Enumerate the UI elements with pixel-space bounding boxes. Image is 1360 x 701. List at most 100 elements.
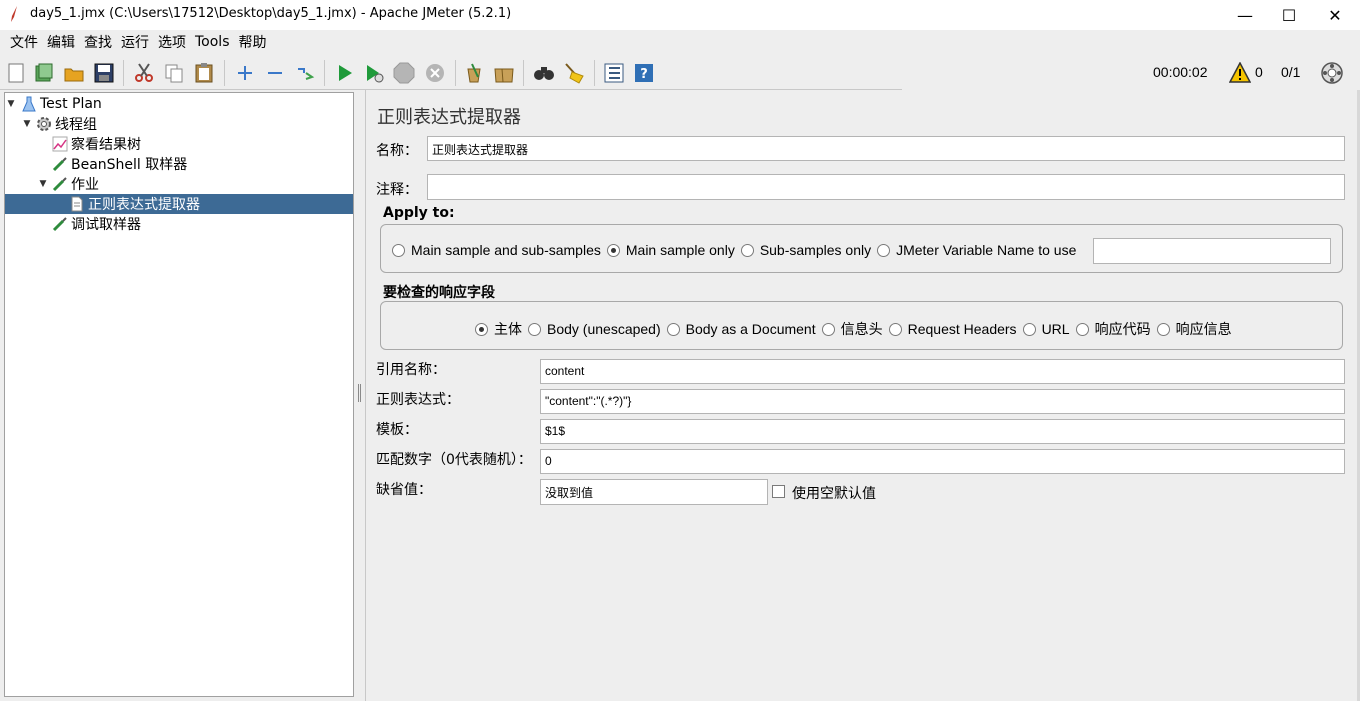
title-bar: day5_1.jmx (C:\Users\17512\Desktop\day5_… — [0, 0, 1360, 30]
radio-headers[interactable] — [821, 322, 835, 336]
close-button[interactable]: ✕ — [1312, 0, 1358, 30]
elapsed-time: 00:00:02 — [1153, 64, 1208, 80]
start-icon[interactable] — [334, 62, 356, 84]
open-icon[interactable] — [63, 62, 85, 84]
radio-body-as-document[interactable] — [666, 322, 680, 336]
name-label: 名称： — [376, 143, 418, 159]
radio-body-unescaped[interactable] — [528, 322, 541, 336]
toolbar-separator — [324, 60, 325, 86]
tree-node-view-results[interactable]: 察看结果树 — [52, 134, 141, 154]
radio-label: Body as a Document — [685, 321, 816, 337]
field-to-check-options: 主体 Body (unescaped) Body as a Document 信… — [475, 319, 1238, 339]
jmeter-feather-icon — [11, 6, 17, 22]
use-empty-default-label: 使用空默认值 — [792, 486, 876, 502]
cut-icon[interactable] — [133, 62, 155, 84]
radio-label: Main sample and sub-samples — [411, 242, 601, 258]
menu-search[interactable]: 查找 — [80, 32, 116, 52]
tree-node-regex-extractor[interactable]: 正则表达式提取器 — [5, 194, 353, 214]
template-field[interactable]: $1$ — [540, 419, 1345, 444]
radio-request-headers[interactable] — [888, 322, 902, 336]
function-helper-icon[interactable] — [603, 62, 625, 84]
tree-node-label: Test Plan — [40, 96, 102, 112]
toolbar-separator — [523, 60, 524, 86]
ref-name-field[interactable]: content — [540, 359, 1345, 384]
warning-icon[interactable] — [1229, 62, 1251, 84]
new-icon[interactable] — [5, 62, 27, 84]
templates-icon[interactable] — [33, 62, 55, 84]
reset-search-icon[interactable] — [563, 62, 585, 84]
shutdown-icon[interactable] — [424, 62, 446, 84]
tree-node-beanshell-sampler[interactable]: BeanShell 取样器 — [52, 154, 187, 174]
warning-count: 0 — [1255, 64, 1263, 80]
document-icon — [71, 196, 83, 212]
tree-node-label: 线程组 — [55, 117, 97, 133]
radio-main-and-sub[interactable] — [392, 243, 405, 257]
menu-edit[interactable]: 编辑 — [43, 32, 79, 52]
name-field[interactable]: 正则表达式提取器 — [427, 136, 1345, 161]
ref-name-label: 引用名称： — [376, 362, 446, 378]
radio-response-code[interactable] — [1075, 322, 1089, 336]
comment-field[interactable] — [427, 174, 1345, 200]
tree-expand-icon[interactable]: ▼ — [22, 119, 32, 129]
tree-expand-icon[interactable]: ▼ — [6, 99, 16, 109]
tree-node-label: 作业 — [71, 177, 99, 193]
toggle-icon[interactable] — [294, 62, 316, 84]
default-value-field[interactable]: 没取到值 — [540, 479, 768, 505]
toolbar-separator — [123, 60, 124, 86]
radio-label: 信息头 — [840, 321, 883, 337]
collapse-icon[interactable] — [264, 62, 286, 84]
svg-text:?: ? — [640, 67, 648, 82]
search-icon[interactable] — [533, 62, 555, 84]
expand-icon[interactable] — [234, 62, 256, 84]
minimize-button[interactable]: — — [1222, 0, 1268, 30]
copy-icon[interactable] — [163, 62, 185, 84]
menu-help[interactable]: 帮助 — [235, 32, 271, 52]
gear-icon — [37, 117, 51, 131]
radio-body[interactable] — [475, 322, 488, 336]
pipette-icon — [52, 217, 67, 232]
clear-icon[interactable] — [463, 62, 485, 84]
radio-label: Body (unescaped) — [547, 321, 661, 337]
remote-status-icon[interactable] — [1320, 61, 1344, 85]
splitter-grip[interactable] — [358, 384, 361, 402]
menu-options[interactable]: 选项 — [154, 32, 190, 52]
menu-tools[interactable]: Tools — [191, 34, 234, 50]
jmeter-variable-field[interactable] — [1093, 238, 1331, 264]
stop-icon[interactable] — [393, 62, 415, 84]
pipette-icon — [52, 157, 67, 172]
field-to-check-title: 要检查的响应字段 — [383, 285, 495, 301]
tree-node-thread-group[interactable]: ▼ 线程组 — [22, 114, 97, 134]
radio-label: Request Headers — [907, 321, 1017, 337]
tree-node-label: 正则表达式提取器 — [88, 197, 200, 213]
tree-node-label: 察看结果树 — [71, 137, 141, 153]
pipette-icon — [52, 177, 67, 192]
tree-node-job[interactable]: ▼ 作业 — [38, 174, 99, 194]
tree-node-debug-sampler[interactable]: 调试取样器 — [52, 214, 141, 234]
radio-sub-only[interactable] — [740, 243, 754, 257]
radio-url[interactable] — [1022, 322, 1036, 336]
help-icon[interactable]: ? — [633, 62, 655, 84]
template-label: 模板： — [376, 422, 418, 438]
paste-icon[interactable] — [193, 62, 215, 84]
maximize-button[interactable]: ☐ — [1266, 0, 1312, 30]
active-threads: 0/1 — [1281, 64, 1301, 80]
toolbar-separator — [594, 60, 595, 86]
menu-file[interactable]: 文件 — [6, 32, 42, 52]
radio-jmeter-variable[interactable] — [877, 243, 891, 257]
match-no-label: 匹配数字（0代表随机）： — [376, 452, 532, 468]
clear-all-icon[interactable] — [493, 62, 515, 84]
start-no-pauses-icon[interactable] — [363, 62, 385, 84]
menu-run[interactable]: 运行 — [117, 32, 153, 52]
radio-label: Main sample only — [625, 242, 735, 258]
comment-label: 注释： — [376, 182, 418, 198]
save-icon[interactable] — [93, 62, 115, 84]
radio-main-only[interactable] — [606, 243, 620, 257]
tree-expand-icon[interactable]: ▼ — [38, 179, 48, 189]
use-empty-default-checkbox[interactable] — [772, 485, 785, 498]
radio-response-message[interactable] — [1156, 322, 1170, 336]
apply-to-options: Main sample and sub-samples Main sample … — [392, 242, 1082, 258]
radio-label: JMeter Variable Name to use — [896, 242, 1077, 258]
tree-node-test-plan[interactable]: ▼ Test Plan — [6, 94, 102, 114]
regex-field[interactable]: "content":"(.*?)"} — [540, 389, 1345, 414]
match-no-field[interactable]: 0 — [540, 449, 1345, 474]
